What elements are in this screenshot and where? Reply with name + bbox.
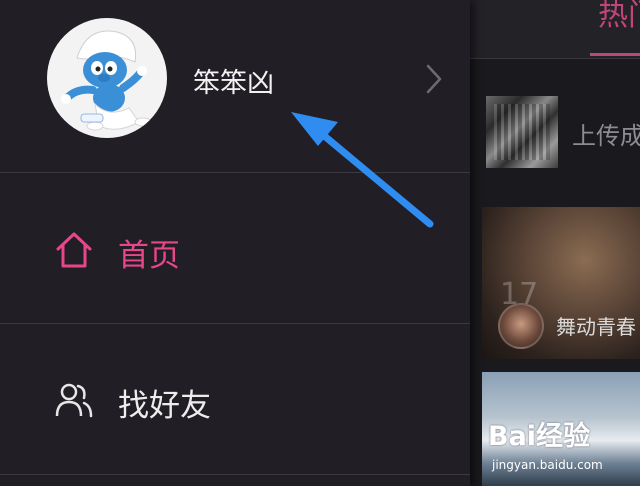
tab-active-indicator — [590, 53, 640, 56]
tab-hot[interactable]: 热门 — [598, 0, 640, 34]
profile-header[interactable]: 笨笨凶 — [0, 0, 470, 172]
main-top-bar: 热门 — [470, 0, 640, 59]
watermark-url: jingyan.baidu.com — [492, 458, 603, 472]
upload-row[interactable]: 上传成 — [470, 74, 640, 192]
upload-label: 上传成 — [572, 122, 640, 150]
divider — [0, 474, 470, 475]
smurf-avatar-image — [61, 30, 152, 131]
avatar[interactable] — [47, 18, 167, 138]
baidu-jingyan-watermark: Bai经验 jingyan.baidu.com — [488, 410, 638, 486]
chevron-right-icon — [426, 64, 442, 94]
friends-icon — [55, 383, 93, 418]
username: 笨笨凶 — [193, 68, 274, 99]
menu-item-find-friends[interactable]: 找好友 — [0, 325, 470, 473]
divider — [0, 172, 470, 173]
watermark-brand: Bai经验 — [488, 421, 591, 452]
avatar[interactable] — [498, 303, 544, 349]
menu-item-home[interactable]: 首页 — [0, 174, 470, 322]
upload-thumbnail — [486, 96, 558, 168]
menu-item-label: 首页 — [118, 238, 180, 274]
feed-card[interactable]: 17 舞动青春 — [482, 207, 640, 359]
card-caption: 舞动青春 — [556, 315, 636, 339]
menu-item-label: 找好友 — [118, 388, 211, 424]
side-drawer: 笨笨凶 首页 找好友 — [0, 0, 470, 486]
divider — [0, 323, 470, 324]
home-icon — [56, 232, 92, 268]
